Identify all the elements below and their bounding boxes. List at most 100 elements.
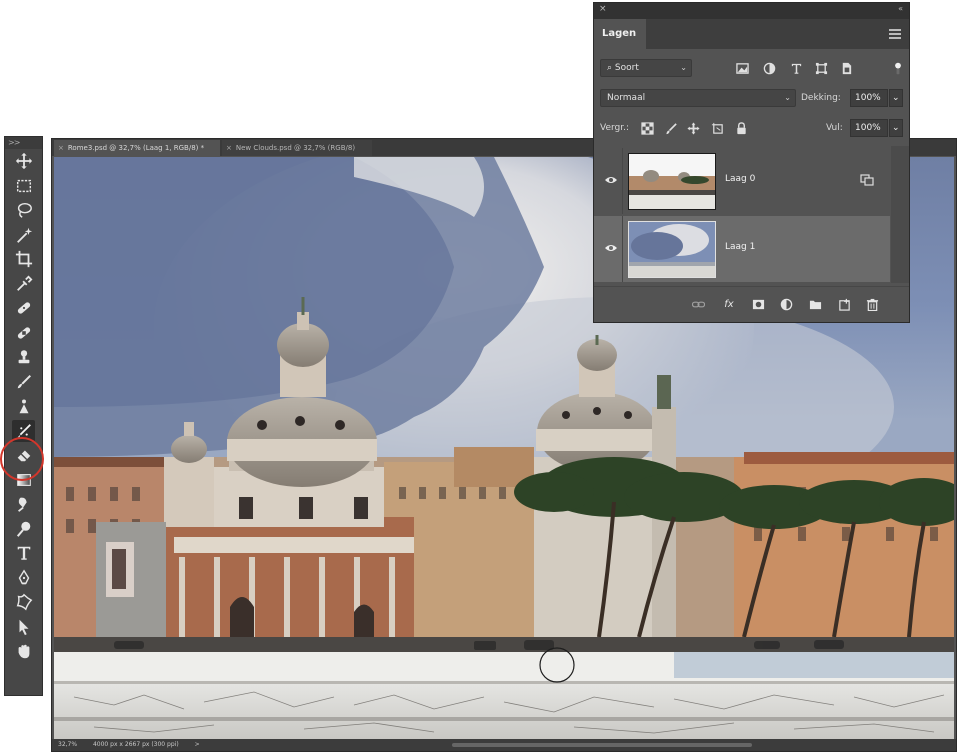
opacity-label: Dekking:	[801, 93, 841, 103]
zoom-level[interactable]: 32,7%	[58, 741, 77, 748]
hand-icon	[18, 644, 29, 659]
folder-icon[interactable]	[808, 297, 822, 311]
marquee-tool[interactable]	[5, 174, 42, 199]
pixel-filter-icon[interactable]	[735, 61, 749, 75]
adjustment-filter-icon[interactable]	[762, 61, 776, 75]
path-selection-tool[interactable]	[5, 615, 42, 640]
healing-brush-tool[interactable]	[5, 296, 42, 321]
pen-icon	[18, 569, 29, 585]
opacity-dropdown[interactable]: ⌄	[889, 89, 903, 107]
chevron-down-icon: ⌄	[680, 63, 687, 72]
smart-object-badge-icon	[860, 174, 874, 186]
dodge-tool[interactable]	[5, 517, 42, 542]
fx-icon[interactable]: fx	[722, 297, 736, 311]
pen-tool[interactable]	[5, 566, 42, 591]
trash-icon[interactable]	[865, 297, 879, 311]
shape-filter-icon[interactable]	[814, 61, 828, 75]
history-brush-icon	[19, 399, 28, 414]
photoshop-workspace: >> × Rome3.psd @ 32,7% (Laag 1, RGB/8) *…	[0, 0, 960, 755]
collapse-icon[interactable]: «	[898, 4, 903, 13]
filter-kind-label: Soort	[614, 63, 639, 73]
panel-tab-row: Lagen	[594, 19, 909, 49]
status-arrow[interactable]: >	[195, 741, 200, 748]
layer-separator	[622, 216, 623, 282]
lock-transparent-icon[interactable]	[640, 121, 654, 135]
layer-separator	[622, 148, 623, 214]
tool-highlight-circle	[0, 437, 44, 481]
layer-row[interactable]: Laag 0	[594, 148, 890, 214]
eye-icon[interactable]	[604, 175, 618, 185]
panel-menu-icon[interactable]	[889, 29, 901, 39]
stamp-tool[interactable]	[5, 345, 42, 370]
magic-wand-tool[interactable]	[5, 223, 42, 248]
close-icon[interactable]: ×	[226, 144, 232, 152]
tools-panel: >>	[4, 136, 43, 696]
move-tool[interactable]	[5, 149, 42, 174]
layer-name[interactable]: Laag 1	[725, 242, 755, 252]
eyedropper-icon	[16, 275, 32, 291]
filter-toggle-icon[interactable]	[892, 59, 904, 77]
fill-dropdown[interactable]: ⌄	[889, 119, 903, 137]
history-brush-tool[interactable]	[5, 394, 42, 419]
custom-shape-tool[interactable]	[5, 590, 42, 615]
panel-header-strip: × «	[594, 3, 909, 19]
search-icon: ⌕	[607, 63, 615, 73]
type-tool[interactable]	[5, 541, 42, 566]
tab-rome3[interactable]: × Rome3.psd @ 32,7% (Laag 1, RGB/8) *	[54, 140, 220, 156]
healing-brush-icon	[17, 302, 30, 314]
bandage-tool[interactable]	[5, 321, 42, 346]
lock-pixels-icon[interactable]	[664, 121, 678, 135]
smudge-tool[interactable]	[5, 492, 42, 517]
fill-label: Vul:	[826, 123, 843, 133]
chevron-down-icon: ⌄	[784, 93, 791, 102]
close-icon[interactable]: ×	[58, 144, 64, 152]
selection-arrow-icon	[19, 619, 28, 635]
document-size: 4000 px x 2667 px (300 ppi)	[92, 741, 179, 748]
layer-thumbnail	[628, 153, 716, 210]
tab-new-clouds-label: New Clouds.psd @ 32,7% (RGB/8)	[235, 144, 356, 152]
blend-mode-select[interactable]: Normaal ⌄	[600, 89, 796, 107]
type-icon	[17, 546, 30, 560]
marquee-icon	[16, 179, 31, 192]
new-layer-icon[interactable]	[837, 297, 851, 311]
brush-icon	[17, 374, 31, 389]
blend-mode-label: Normaal	[607, 93, 646, 103]
lock-position-icon[interactable]	[686, 121, 700, 135]
layer-row-selected[interactable]: Laag 1	[594, 216, 890, 282]
bandage-icon	[17, 327, 30, 339]
tab-layers[interactable]: Lagen	[594, 19, 646, 49]
layers-panel: × « Lagen ⌕ Soort ⌄ Normaal ⌄ Dekking: 1…	[593, 2, 910, 323]
crop-tool[interactable]	[5, 247, 42, 272]
layer-thumbnail	[628, 221, 716, 278]
eye-icon[interactable]	[604, 243, 618, 253]
layer-name[interactable]: Laag 0	[725, 174, 755, 184]
fill-field[interactable]: 100%	[850, 119, 888, 137]
brush-tool[interactable]	[5, 370, 42, 395]
layer-filter-select[interactable]: ⌕ Soort ⌄	[600, 59, 692, 77]
lasso-tool[interactable]	[5, 198, 42, 223]
lock-all-icon[interactable]	[734, 121, 748, 135]
tab-new-clouds[interactable]: × New Clouds.psd @ 32,7% (RGB/8)	[222, 140, 372, 156]
close-icon[interactable]: ×	[599, 4, 607, 14]
layers-list: Laag 0 Laag 1	[594, 146, 909, 283]
horizontal-scrollbar[interactable]	[452, 743, 752, 747]
type-filter-icon[interactable]	[789, 61, 803, 75]
smart-object-filter-icon[interactable]	[839, 61, 853, 75]
layers-scrollbar[interactable]	[891, 146, 909, 283]
lock-artboard-icon[interactable]	[710, 121, 724, 135]
adjustment-icon[interactable]	[779, 297, 793, 311]
opacity-field[interactable]: 100%	[850, 89, 888, 107]
layers-bottom-toolbar: fx	[594, 286, 909, 322]
mask-icon[interactable]	[751, 297, 765, 311]
tools-panel-grip[interactable]: >>	[5, 137, 42, 149]
status-bar: 32,7% 4000 px x 2667 px (300 ppi) >	[52, 739, 956, 751]
hand-tool[interactable]	[5, 639, 42, 664]
magic-wand-icon	[16, 227, 32, 243]
move-icon	[15, 153, 32, 170]
smudge-icon	[17, 497, 27, 513]
tab-rome3-label: Rome3.psd @ 32,7% (Laag 1, RGB/8) *	[67, 144, 205, 152]
lock-label: Vergr.:	[600, 123, 630, 133]
eyedropper-tool[interactable]	[5, 272, 42, 297]
link-icon[interactable]	[691, 297, 705, 311]
stamp-icon	[18, 350, 29, 364]
